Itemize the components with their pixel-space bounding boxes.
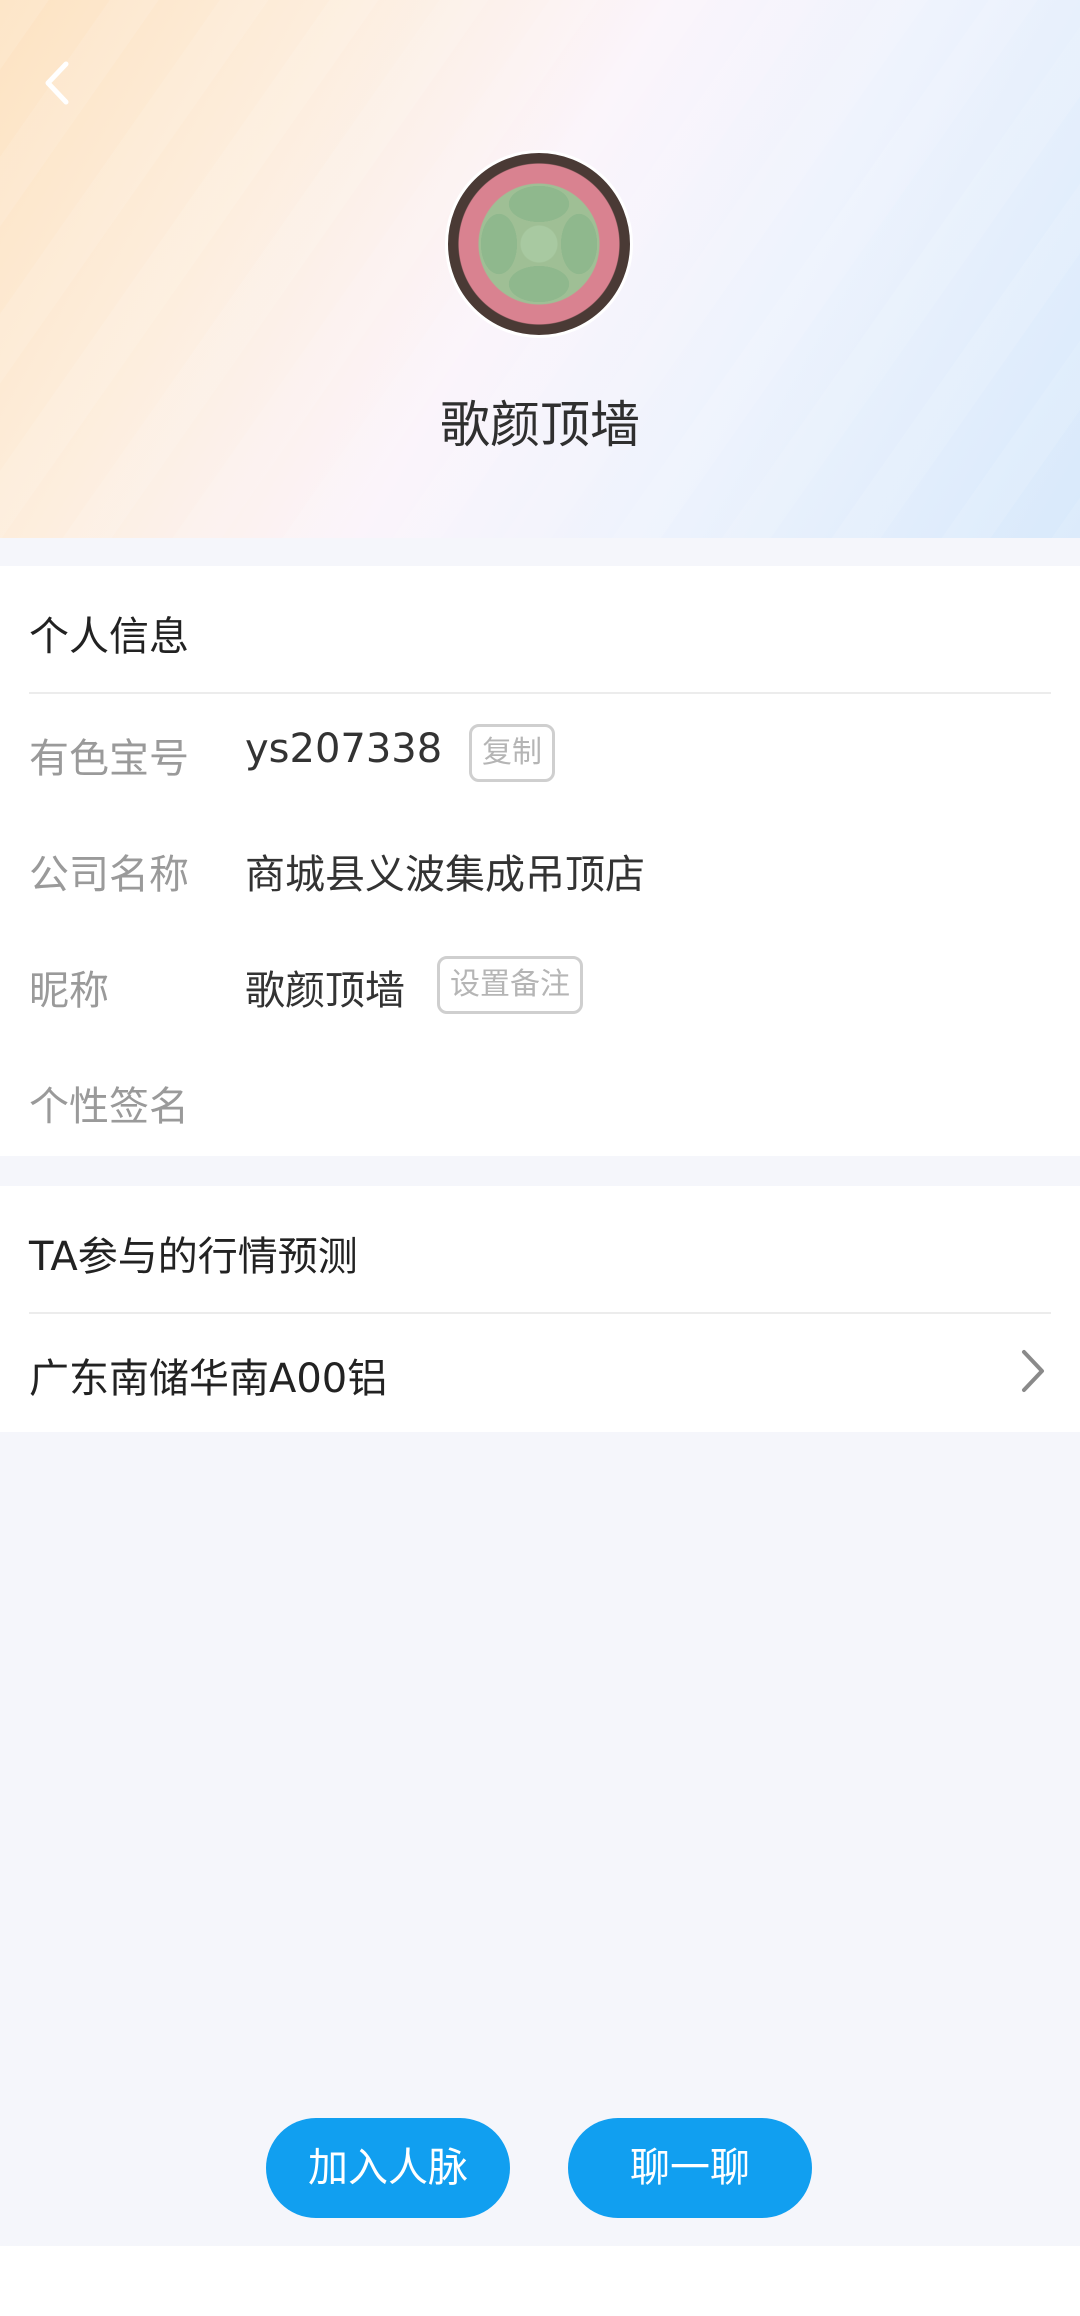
chevron-right-icon xyxy=(1022,1350,1044,1392)
section-title-predictions: TA参与的行情预测 xyxy=(29,1234,358,1280)
personal-info-card: 个人信息 有色宝号 ys207338 复制 公司名称 商城县义波集成吊顶店 昵称… xyxy=(0,566,1080,1156)
divider xyxy=(29,692,1051,694)
value-id: ys207338 xyxy=(245,726,443,772)
add-contact-button[interactable]: 加入人脉 xyxy=(266,2118,510,2218)
predictions-card: TA参与的行情预测 广东南储华南A00铝 xyxy=(0,1186,1080,1432)
value-nickname: 歌颜顶墙 xyxy=(245,968,405,1014)
prediction-item[interactable]: 广东南储华南A00铝 xyxy=(0,1314,1080,1432)
avatar[interactable] xyxy=(445,150,633,338)
label-signature: 个性签名 xyxy=(29,1084,189,1130)
label-nickname: 昵称 xyxy=(29,968,109,1014)
label-id: 有色宝号 xyxy=(29,736,189,782)
bottom-bar xyxy=(0,2246,1080,2316)
back-arrow-icon[interactable] xyxy=(34,58,84,108)
section-title-personal-info: 个人信息 xyxy=(29,614,189,660)
value-company: 商城县义波集成吊顶店 xyxy=(245,852,645,898)
profile-name: 歌颜顶墙 xyxy=(440,396,640,454)
chat-button[interactable]: 聊一聊 xyxy=(568,2118,812,2218)
label-company: 公司名称 xyxy=(29,852,189,898)
set-remark-button[interactable]: 设置备注 xyxy=(437,956,583,1014)
prediction-item-label: 广东南储华南A00铝 xyxy=(29,1356,388,1402)
copy-button[interactable]: 复制 xyxy=(469,724,555,782)
profile-header: 歌颜顶墙 xyxy=(0,0,1080,538)
